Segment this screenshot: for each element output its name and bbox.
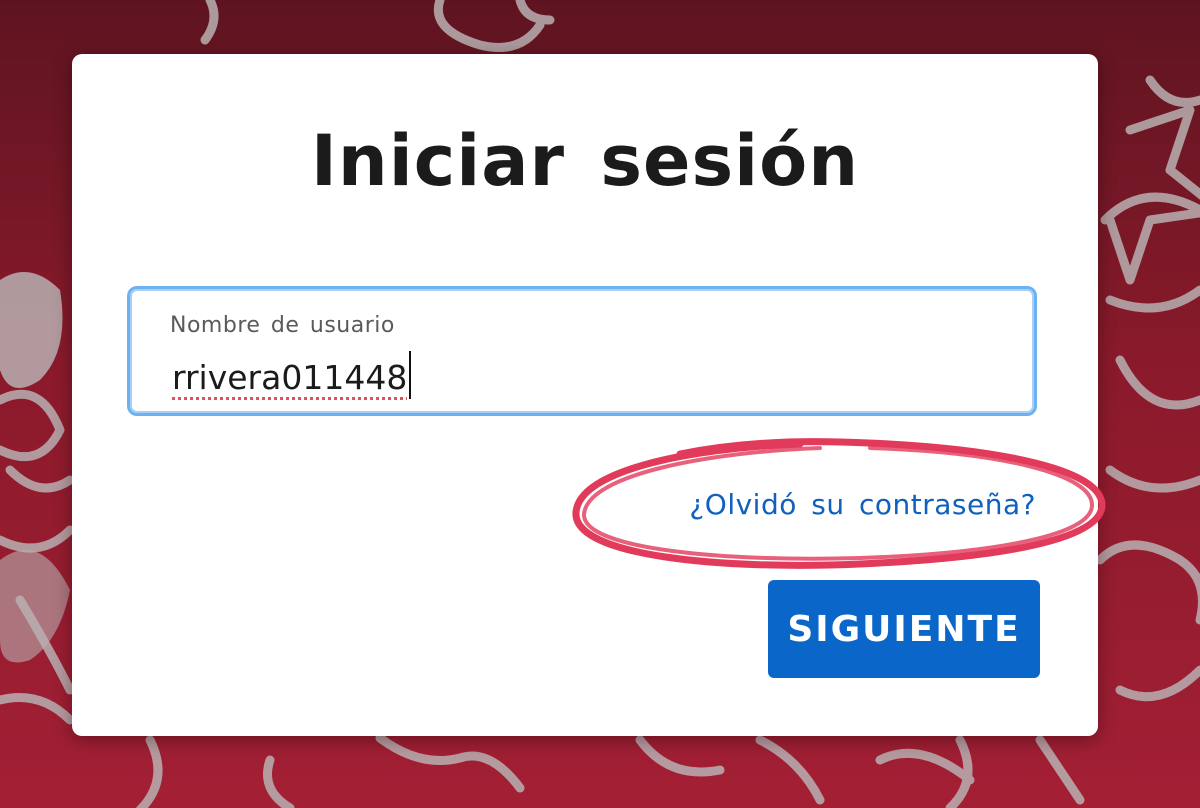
text-caret (409, 351, 412, 399)
username-field[interactable]: Nombre de usuario rrivera011448 (127, 286, 1037, 416)
page-title: Iniciar sesión (310, 120, 860, 202)
username-value[interactable]: rrivera011448 (172, 351, 412, 399)
username-label: Nombre de usuario (170, 313, 395, 338)
next-button[interactable]: SIGUIENTE (768, 580, 1040, 678)
forgot-password-link[interactable]: ¿Olvidó su contraseña? (689, 488, 1036, 521)
username-text: rrivera011448 (172, 358, 408, 397)
login-card: Iniciar sesión Nombre de usuario rrivera… (72, 54, 1106, 736)
